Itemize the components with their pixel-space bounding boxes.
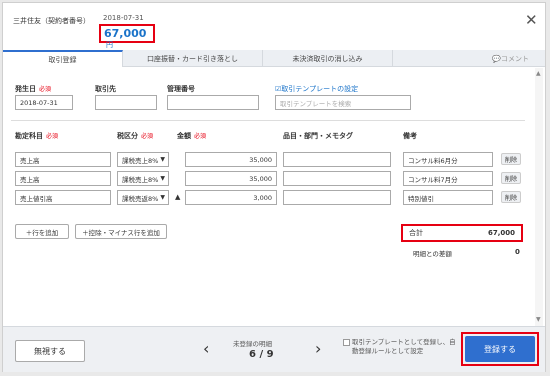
row1-note[interactable]: コンサル料6月分 [403,152,493,167]
row3-account[interactable]: 売上値引高 [15,190,111,205]
caret-down-icon: ▼ [160,156,165,163]
manage-number-input[interactable] [167,95,259,110]
partner-label: 取引先 [95,85,116,93]
date-input[interactable]: 2018-07-31 [15,95,73,110]
add-deduct-row-button[interactable]: ＋控除・マイナス行を追加 [75,224,167,239]
unregistered-count: 6 / 9 [249,349,274,360]
row3-delete-button[interactable]: 削除 [501,191,521,203]
total-label: 合計 [409,229,423,237]
row1-delete-button[interactable]: 削除 [501,153,521,165]
ignore-button[interactable]: 無視する [15,340,85,362]
row2-delete-button[interactable]: 削除 [501,172,521,184]
tab-bar: 取引登録 口座振替・カード引き落とし 未決済取引の消し込み 💬コメント [3,50,545,67]
tab-comment[interactable]: 💬コメント [455,50,545,67]
row3-tax[interactable]: 課税売返8% ▼ [117,190,169,205]
row2-item[interactable] [283,171,391,186]
date-label: 発生日 必須 [15,85,52,93]
col-item: 品目・部門・メモタグ [283,132,353,140]
col-tax: 税区分 必須 [117,132,154,140]
currency-unit: 円 [106,41,113,49]
total-value: 67,000 [487,229,515,237]
row1-account[interactable]: 売上高 [15,152,111,167]
transaction-date: 2018-07-31 [103,14,144,22]
row1-amount[interactable]: 35,000 [185,152,277,167]
tab-reconcile[interactable]: 未決済取引の消し込み [263,50,393,67]
template-search-input[interactable]: 取引テンプレートを検索 [275,95,411,110]
col-amount: 金額 必須 [177,132,207,140]
caret-down-icon: ▼ [160,194,165,201]
manage-number-label: 管理番号 [167,85,195,93]
row3-item[interactable] [283,190,391,205]
col-account: 勘定科目 必須 [15,132,59,140]
account-name: 三井住友（契約者番号） [13,17,90,25]
modal-header: 三井住友（契約者番号） 2018-07-31 67,000円 ✕ [3,3,545,49]
row1-tax[interactable]: 課税売上8% ▼ [117,152,169,167]
chevron-right-icon[interactable]: › [315,339,321,358]
row3-note[interactable]: 特別値引 [403,190,493,205]
col-note: 備考 [403,132,417,140]
transaction-modal: 三井住友（契約者番号） 2018-07-31 67,000円 ✕ 取引登録 口座… [2,2,546,372]
row3-amount[interactable]: 3,000 [185,190,277,205]
total-highlight: 合計 67,000 [401,224,523,242]
scroll-up-icon[interactable]: ▲ [536,70,541,77]
row2-account[interactable]: 売上高 [15,171,111,186]
add-row-button[interactable]: ＋行を追加 [15,224,69,239]
modal-footer: 無視する ‹ 未登録の明細 6 / 9 › 取引テンプレートとして登録し、自動登… [3,326,545,372]
template-checkbox-label: 取引テンプレートとして登録し、自動登録ルールとして設定 [352,338,456,355]
row2-amount[interactable]: 35,000 [185,171,277,186]
unregistered-label: 未登録の明細 [233,340,272,348]
scroll-down-icon[interactable]: ▼ [536,316,541,323]
divider [11,120,525,121]
partner-input[interactable] [95,95,157,110]
scrollbar[interactable]: ▲ ▼ [535,68,543,326]
register-button[interactable]: 登録する [465,336,535,362]
row2-note[interactable]: コンサル料7月分 [403,171,493,186]
tab-transfer[interactable]: 口座振替・カード引き落とし [123,50,263,67]
chevron-left-icon[interactable]: ‹ [203,339,209,358]
minus-marker: ▲ [175,193,181,201]
caret-down-icon: ▼ [160,175,165,182]
row1-item[interactable] [283,152,391,167]
form-body: 発生日 必須 2018-07-31 取引先 管理番号 ☑取引テンプレートの設定 取… [3,68,533,326]
close-icon[interactable]: ✕ [525,11,538,29]
template-settings-link[interactable]: ☑取引テンプレートの設定 [275,84,358,94]
diff-label: 明細との差額 [413,250,452,258]
diff-value: 0 [515,248,520,256]
amount-highlight: 67,000円 [99,24,155,49]
template-checkbox[interactable] [343,339,350,346]
transaction-amount: 67,000 [104,27,147,40]
register-highlight: 登録する [461,332,539,366]
row2-tax[interactable]: 課税売上8% ▼ [117,171,169,186]
tab-register[interactable]: 取引登録 [3,50,123,67]
